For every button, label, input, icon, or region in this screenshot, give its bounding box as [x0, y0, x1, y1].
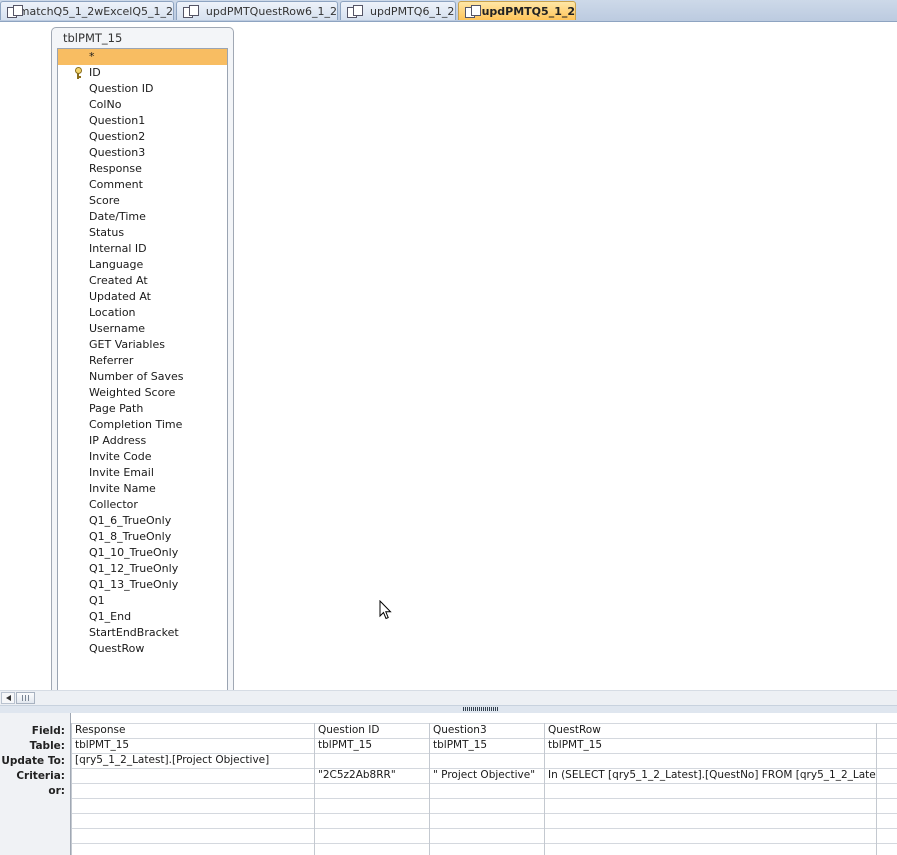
field-item[interactable]: Referrer [58, 353, 227, 369]
query-design-area[interactable]: tblPMT_15 * ID Question ID ColNo Questio… [0, 22, 897, 690]
field-item[interactable]: Response [58, 161, 227, 177]
field-item[interactable]: Updated At [58, 289, 227, 305]
field-item[interactable]: Status [58, 225, 227, 241]
field-item[interactable]: Language [58, 257, 227, 273]
field-item-id[interactable]: ID [58, 65, 227, 81]
grid-cell-field[interactable]: Question ID [314, 723, 428, 738]
grid-cell-field[interactable]: QuestRow [544, 723, 876, 738]
field-item[interactable]: Q1_8_TrueOnly [58, 529, 227, 545]
field-item[interactable]: Date/Time [58, 209, 227, 225]
grid-cell-table[interactable]: tblPMT_15 [429, 738, 543, 753]
field-item[interactable]: Comment [58, 177, 227, 193]
criteria-row-label: Criteria: [16, 770, 65, 782]
field-item[interactable]: Question3 [58, 145, 227, 161]
field-item[interactable]: Collector [58, 497, 227, 513]
query-icon [465, 5, 481, 18]
mouse-pointer-icon [379, 600, 392, 620]
field-item[interactable]: Page Path [58, 401, 227, 417]
splitter-grip-icon[interactable] [463, 707, 499, 711]
grid-cell-table[interactable]: tblPMT_15 [544, 738, 876, 753]
field-list[interactable]: * ID Question ID ColNo Question1 Questio… [57, 48, 228, 690]
grid-cell-update-to[interactable]: [qry5_1_2_Latest].[Project Objective] [71, 753, 313, 768]
tab-matchQ5-1-2wExcelQ5-1-2[interactable]: matchQ5_1_2wExcelQ5_1_2 [0, 1, 174, 20]
grid-cell-criteria[interactable]: "2C5z2Ab8RR" [314, 768, 428, 783]
table-row-label: Table: [29, 740, 65, 752]
field-item[interactable]: Score [58, 193, 227, 209]
tab-label: matchQ5_1_2wExcelQ5_1_2 [18, 4, 173, 18]
grid-cell-field[interactable]: Question3 [429, 723, 543, 738]
field-item[interactable]: Q1 [58, 593, 227, 609]
scroll-left-arrow-icon[interactable] [1, 692, 15, 704]
grid-cell-criteria[interactable]: In (SELECT [qry5_1_2_Latest].[QuestNo] F… [544, 768, 876, 783]
field-item[interactable]: QuestRow [58, 641, 227, 657]
grid-cells-area[interactable]: Response tblPMT_15 [qry5_1_2_Latest].[Pr… [71, 723, 897, 855]
tab-label: updPMTQuestRow6_1_2 [205, 4, 337, 18]
update-to-row-label: Update To: [1, 755, 65, 767]
field-item[interactable]: Created At [58, 273, 227, 289]
tab-updPMTQuestRow6-1-2[interactable]: updPMTQuestRow6_1_2 [176, 1, 338, 20]
field-item[interactable]: Invite Code [58, 449, 227, 465]
field-item[interactable]: Location [58, 305, 227, 321]
query-design-grid[interactable]: Field: Table: Update To: Criteria: or: R… [0, 713, 897, 855]
horizontal-scrollbar[interactable] [0, 690, 897, 705]
field-item[interactable]: IP Address [58, 433, 227, 449]
tab-label: updPMTQ6_1_2 [370, 4, 455, 18]
grid-cell-update-to[interactable] [429, 753, 543, 768]
field-item[interactable]: Weighted Score [58, 385, 227, 401]
field-item[interactable]: ColNo [58, 97, 227, 113]
query-icon [347, 5, 363, 18]
grid-cell-table[interactable]: tblPMT_15 [314, 738, 428, 753]
field-item[interactable]: Invite Name [58, 481, 227, 497]
table-field-list-window[interactable]: tblPMT_15 * ID Question ID ColNo Questio… [51, 27, 234, 690]
field-item[interactable]: Q1_6_TrueOnly [58, 513, 227, 529]
field-item[interactable]: GET Variables [58, 337, 227, 353]
field-item[interactable]: Q1_13_TrueOnly [58, 577, 227, 593]
table-title[interactable]: tblPMT_15 [63, 31, 122, 45]
grid-row-labels: Field: Table: Update To: Criteria: or: [0, 713, 71, 855]
tab-label: updPMTQ5_1_2 [481, 4, 575, 18]
field-item[interactable]: Question ID [58, 81, 227, 97]
grid-cell-update-to[interactable] [544, 753, 876, 768]
field-item[interactable]: Completion Time [58, 417, 227, 433]
query-icon [183, 5, 199, 18]
field-item[interactable]: StartEndBracket [58, 625, 227, 641]
field-item[interactable]: Q1_End [58, 609, 227, 625]
field-item[interactable]: Invite Email [58, 465, 227, 481]
field-item[interactable]: Internal ID [58, 241, 227, 257]
field-item[interactable]: Number of Saves [58, 369, 227, 385]
grid-cell-field[interactable]: Response [71, 723, 313, 738]
field-item[interactable]: Question2 [58, 129, 227, 145]
grid-cell-criteria[interactable]: " Project Objective" [429, 768, 543, 783]
scrollbar-thumb[interactable] [16, 692, 35, 704]
document-tab-strip: matchQ5_1_2wExcelQ5_1_2 updPMTQuestRow6_… [0, 0, 897, 22]
field-item[interactable]: Username [58, 321, 227, 337]
tab-updPMTQ5-1-2[interactable]: updPMTQ5_1_2 [458, 1, 576, 20]
query-icon [7, 5, 23, 18]
primary-key-icon [74, 67, 82, 79]
grid-cell-table[interactable]: tblPMT_15 [71, 738, 313, 753]
field-item[interactable]: Q1_12_TrueOnly [58, 561, 227, 577]
field-item-all[interactable]: * [58, 49, 227, 65]
grid-cell-update-to[interactable] [314, 753, 428, 768]
or-row-label: or: [48, 785, 65, 797]
field-item[interactable]: Q1_10_TrueOnly [58, 545, 227, 561]
grid-cell-criteria[interactable] [71, 768, 313, 783]
field-item[interactable]: Question1 [58, 113, 227, 129]
tab-updPMTQ6-1-2[interactable]: updPMTQ6_1_2 [340, 1, 456, 20]
field-row-label: Field: [31, 725, 65, 737]
